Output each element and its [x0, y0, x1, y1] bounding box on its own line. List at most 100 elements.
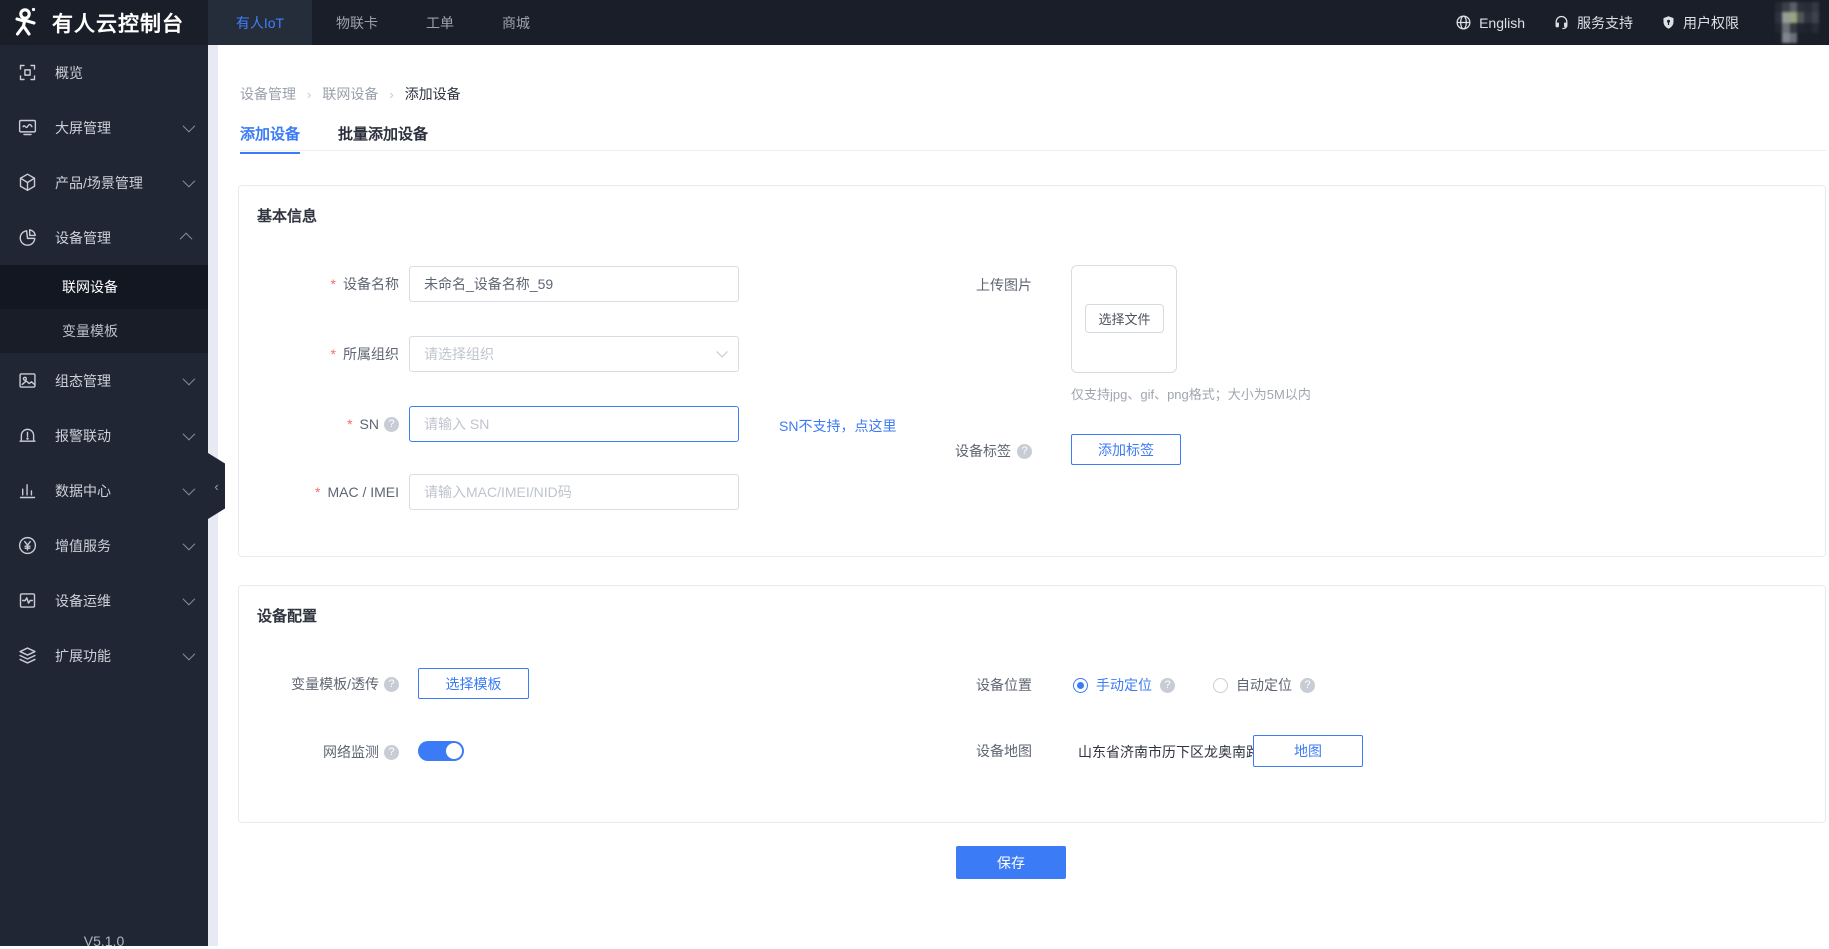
- chevron-down-icon: [182, 372, 196, 386]
- device-config-card: 设备配置 变量模板/透传 选择模板 网络监测 设备位置 手动定位 自动定位 设备…: [238, 585, 1826, 823]
- basic-info-title: 基本信息: [257, 208, 318, 225]
- breadcrumb-separator: ›: [307, 86, 312, 102]
- language-switcher[interactable]: English: [1455, 14, 1525, 31]
- yen-circle-icon: [17, 535, 38, 556]
- device-config-title: 设备配置: [257, 608, 318, 625]
- required-asterisk: *: [347, 416, 353, 432]
- page: { "header": { "logo_title": "有人云控制台", "n…: [0, 0, 1829, 949]
- network-monitor-label: 网络监测: [239, 742, 399, 762]
- sidebar-item-networked-devices[interactable]: 联网设备: [0, 265, 208, 309]
- permissions-label: 用户权限: [1683, 14, 1739, 31]
- sidebar-item-product-scene[interactable]: 产品/场景管理: [0, 155, 208, 210]
- shield-icon: [1663, 16, 1674, 29]
- permissions-link[interactable]: 用户权限: [1661, 13, 1739, 33]
- help-icon[interactable]: [1300, 677, 1315, 693]
- sidebar-collapse-handle[interactable]: ‹: [208, 453, 225, 519]
- pie-chart-icon: [17, 227, 38, 248]
- device-tag-label: 设备标签: [872, 441, 1032, 461]
- topbar: 有人云控制台 有人IoT 物联卡 工单 商城 English 服务支持 用户权限: [0, 0, 1829, 45]
- sn-label: * SN: [239, 414, 399, 434]
- nav-item-work-order[interactable]: 工单: [402, 0, 478, 45]
- sidebar-item-label: 概览: [55, 64, 83, 81]
- device-location-label: 设备位置: [976, 677, 1032, 693]
- language-label: English: [1479, 14, 1525, 31]
- usr-person-logo-icon: [15, 7, 36, 36]
- monitor-pulse-icon: [17, 590, 38, 611]
- chevron-down-icon: [182, 537, 196, 551]
- chevron-down-icon: [716, 346, 728, 358]
- logo: 有人云控制台: [0, 0, 208, 45]
- help-icon[interactable]: [384, 416, 399, 432]
- choose-template-button[interactable]: 选择模板: [418, 668, 529, 699]
- organization-label: * 所属组织: [330, 346, 399, 362]
- sidebar-item-variable-templates[interactable]: 变量模板: [0, 309, 208, 353]
- breadcrumb-device-management[interactable]: 设备管理: [240, 84, 296, 104]
- overview-scan-icon: [17, 62, 38, 83]
- app-title: 有人云控制台: [52, 12, 184, 36]
- nav-item-mall[interactable]: 商城: [478, 0, 554, 45]
- choose-file-button[interactable]: 选择文件: [1085, 304, 1164, 333]
- sidebar-item-extended-functions[interactable]: 扩展功能: [0, 628, 208, 683]
- mac-imei-label: * MAC / IMEI: [314, 484, 399, 500]
- support-link[interactable]: 服务支持: [1553, 13, 1633, 33]
- manual-location-radio[interactable]: [1073, 677, 1088, 693]
- auto-location-label[interactable]: 自动定位: [1236, 675, 1292, 695]
- sidebar-item-screen-management[interactable]: 大屏管理: [0, 100, 208, 155]
- nav-item-usr-iot[interactable]: 有人IoT: [208, 0, 312, 45]
- chevron-left-icon: ‹: [214, 478, 219, 494]
- sidebar-item-label: 数据中心: [55, 482, 111, 499]
- required-asterisk: *: [330, 346, 336, 362]
- map-button[interactable]: 地图: [1253, 735, 1363, 767]
- breadcrumb-add-device: 添加设备: [404, 86, 461, 102]
- sn-not-supported-link[interactable]: SN不支持，点这里: [779, 416, 896, 436]
- sidebar-item-label: 大屏管理: [55, 119, 111, 136]
- avatar[interactable]: [1775, 2, 1819, 43]
- support-label: 服务支持: [1577, 14, 1633, 31]
- device-name-input[interactable]: [409, 266, 739, 302]
- bar-chart-icon: [17, 480, 38, 501]
- sidebar-item-configuration-management[interactable]: 组态管理: [0, 353, 208, 408]
- sidebar-item-label: 设备运维: [55, 592, 111, 609]
- sn-input[interactable]: [409, 406, 739, 442]
- network-monitor-toggle[interactable]: [418, 741, 464, 761]
- save-button[interactable]: 保存: [956, 846, 1066, 879]
- upload-hint: 仅支持jpg、gif、png格式；大小为5M以内: [1071, 387, 1311, 402]
- sidebar-item-overview[interactable]: 概览: [0, 45, 208, 100]
- sidebar-item-label: 设备管理: [55, 229, 111, 246]
- sidebar-item-device-operations[interactable]: 设备运维: [0, 573, 208, 628]
- sidebar-item-device-management[interactable]: 设备管理: [0, 210, 208, 265]
- main-content: 设备管理 › 联网设备 › 添加设备 添加设备 批量添加设备 基本信息 * 设备…: [218, 45, 1829, 946]
- help-icon[interactable]: [384, 744, 399, 760]
- chevron-down-icon: [182, 592, 196, 606]
- required-asterisk: *: [330, 276, 336, 292]
- help-icon[interactable]: [1160, 677, 1175, 693]
- manual-location-label[interactable]: 手动定位: [1096, 675, 1152, 695]
- sidebar-item-label: 增值服务: [55, 537, 111, 554]
- sidebar-item-value-added-services[interactable]: 增值服务: [0, 518, 208, 573]
- sidebar-item-data-center[interactable]: 数据中心: [0, 463, 208, 518]
- nav-item-iot-card[interactable]: 物联卡: [312, 0, 402, 45]
- help-icon[interactable]: [1017, 443, 1032, 459]
- help-icon[interactable]: [384, 676, 399, 692]
- location-radio-group: 手动定位 自动定位: [1073, 675, 1315, 695]
- breadcrumb-networked-devices[interactable]: 联网设备: [322, 84, 378, 104]
- primary-nav: 有人IoT 物联卡 工单 商城: [208, 0, 554, 45]
- auto-location-radio[interactable]: [1213, 677, 1228, 693]
- chevron-down-icon: [182, 174, 196, 188]
- mac-imei-input[interactable]: [409, 474, 739, 510]
- add-tag-button[interactable]: 添加标签: [1071, 434, 1181, 465]
- chevron-down-icon: [182, 119, 196, 133]
- variable-template-label: 变量模板/透传: [239, 674, 399, 694]
- sidebar-item-label: 产品/场景管理: [55, 174, 143, 191]
- cube-icon: [17, 172, 38, 193]
- sidebar-item-label: 组态管理: [55, 372, 111, 389]
- sidebar-item-alarm-linkage[interactable]: 报警联动: [0, 408, 208, 463]
- toggle-knob: [446, 743, 462, 759]
- app-version: V5.1.0: [83, 933, 125, 949]
- alarm-icon: [17, 425, 38, 446]
- chevron-down-icon: [182, 647, 196, 661]
- sidebar: 概览 大屏管理 产品/场景管理 设备管理 联网设备 变量模板 组态管理 报警联动…: [0, 45, 225, 949]
- basic-info-card: 基本信息 * 设备名称 * 所属组织 请选择组织 * SN SN不支持，点这里 …: [238, 185, 1826, 557]
- upload-dropzone[interactable]: 选择文件: [1071, 265, 1177, 373]
- organization-select[interactable]: 请选择组织: [409, 336, 739, 372]
